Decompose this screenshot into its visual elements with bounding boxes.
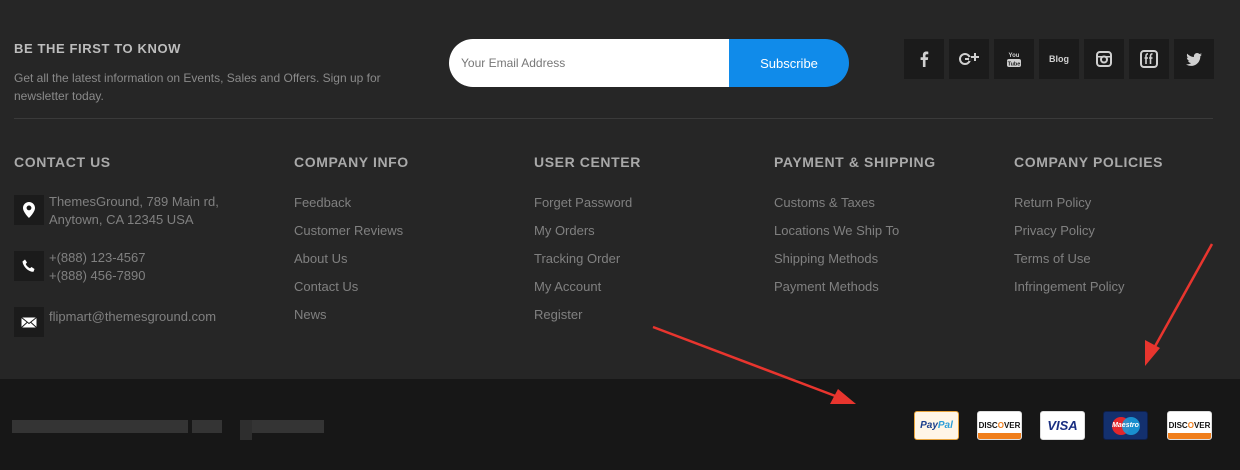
annotation-arrow-right (1145, 243, 1214, 366)
blurred-copyright (192, 420, 222, 433)
discover-text-b: VER (1003, 421, 1021, 430)
visa-logo: VISA (1040, 411, 1085, 440)
maestro-logo: Maestro (1103, 411, 1148, 440)
discover-stripe (978, 433, 1021, 439)
discover-stripe (1168, 433, 1211, 439)
paypal-text-b: Pal (937, 420, 953, 431)
paypal-text-a: Pay (920, 420, 938, 431)
paypal-logo: Pay Pal (914, 411, 959, 440)
annotation-arrow-left (652, 325, 856, 404)
blurred-copyright (252, 420, 324, 433)
discover-logo: DISC O VER (977, 411, 1022, 440)
blurred-copyright (60, 420, 188, 433)
blurred-copyright (12, 420, 60, 433)
visa-text: VISA (1047, 418, 1078, 433)
discover-text-a: DISC (978, 421, 998, 430)
blurred-copyright (240, 420, 252, 440)
annotation-arrows (652, 243, 1214, 404)
discover-text-a: DISC (1168, 421, 1188, 430)
maestro-text: Maestro (1112, 422, 1139, 429)
discover-text-b: VER (1193, 421, 1211, 430)
discover-logo-2: DISC O VER (1167, 411, 1212, 440)
